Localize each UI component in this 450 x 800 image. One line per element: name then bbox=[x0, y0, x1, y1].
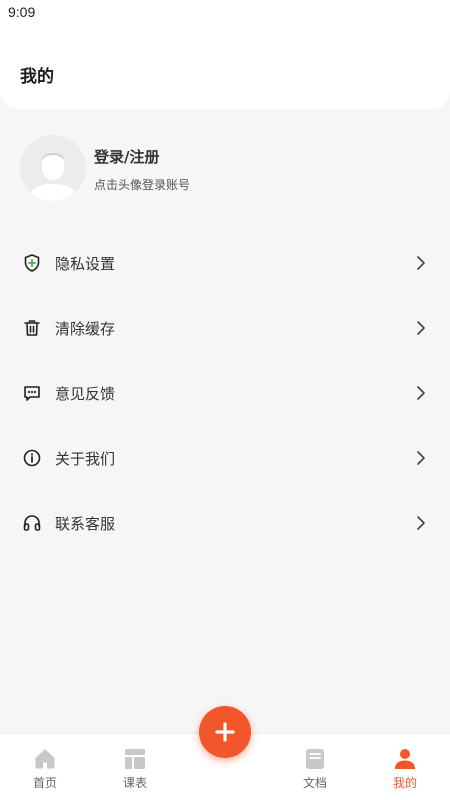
trash-icon bbox=[24, 320, 40, 336]
user-icon bbox=[395, 749, 415, 769]
tab-documents[interactable]: 文档 bbox=[270, 734, 360, 800]
menu-item-label: 关于我们 bbox=[55, 450, 116, 468]
tab-label: 文档 bbox=[302, 776, 327, 790]
document-icon bbox=[306, 749, 324, 769]
default-avatar-icon bbox=[20, 135, 86, 201]
menu-item-privacy[interactable]: 隐私设置 bbox=[0, 231, 450, 296]
page-header: 我的 bbox=[0, 26, 450, 109]
status-time: 9:09 bbox=[8, 4, 36, 20]
tab-label: 课表 bbox=[122, 776, 147, 790]
chevron-right-icon bbox=[417, 451, 425, 465]
tab-mine[interactable]: 我的 bbox=[360, 734, 450, 800]
tab-label: 我的 bbox=[392, 776, 417, 790]
avatar[interactable] bbox=[20, 135, 86, 201]
menu-item-clear-cache[interactable]: 清除缓存 bbox=[0, 296, 450, 361]
add-button[interactable] bbox=[199, 706, 251, 758]
schedule-icon bbox=[125, 749, 145, 769]
chevron-right-icon bbox=[417, 386, 425, 400]
info-icon bbox=[23, 449, 41, 467]
chat-icon bbox=[24, 386, 40, 401]
tab-schedule[interactable]: 课表 bbox=[90, 734, 180, 800]
menu-item-label: 清除缓存 bbox=[55, 320, 116, 338]
login-hint: 点击头像登录账号 bbox=[94, 178, 191, 192]
shield-plus-icon bbox=[24, 254, 40, 272]
menu-item-feedback[interactable]: 意见反馈 bbox=[0, 361, 450, 426]
chevron-right-icon bbox=[417, 516, 425, 530]
tab-label: 首页 bbox=[32, 776, 57, 790]
menu-item-customer-service[interactable]: 联系客服 bbox=[0, 491, 450, 556]
menu-item-label: 隐私设置 bbox=[55, 255, 116, 273]
settings-menu: 隐私设置 清除缓存 意见反馈 关于我们 联系客服 bbox=[0, 231, 450, 556]
chevron-right-icon bbox=[417, 256, 425, 270]
page-title: 我的 bbox=[20, 67, 54, 87]
menu-item-about[interactable]: 关于我们 bbox=[0, 426, 450, 491]
menu-item-label: 联系客服 bbox=[55, 515, 116, 533]
plus-icon bbox=[215, 722, 235, 742]
tab-home[interactable]: 首页 bbox=[0, 734, 90, 800]
headphones-icon bbox=[23, 515, 41, 531]
profile-section[interactable]: 登录/注册 点击头像登录账号 bbox=[0, 130, 450, 206]
status-bar: 9:09 bbox=[0, 0, 450, 26]
login-register-label[interactable]: 登录/注册 bbox=[94, 146, 159, 167]
home-icon bbox=[35, 749, 55, 769]
menu-item-label: 意见反馈 bbox=[55, 385, 116, 403]
chevron-right-icon bbox=[417, 321, 425, 335]
